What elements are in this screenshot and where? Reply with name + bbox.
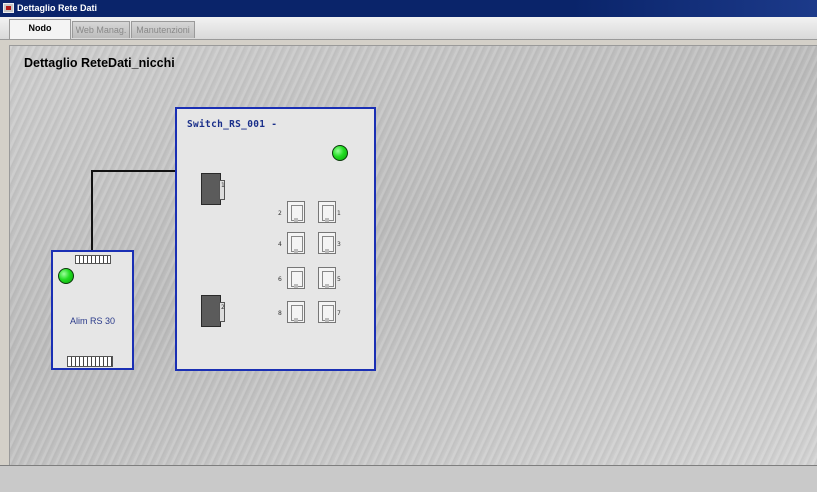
tab-bar: Nodo Web Manag. Manutenzioni xyxy=(0,17,817,40)
bottom-status-bar xyxy=(0,465,817,492)
app-icon xyxy=(3,3,14,13)
rj45-port-4[interactable] xyxy=(287,232,305,254)
rj45-port-7[interactable] xyxy=(318,301,336,323)
power-connector-bottom xyxy=(67,356,113,367)
tab-nodo[interactable]: Nodo xyxy=(9,19,71,39)
switch-status-led xyxy=(332,145,348,161)
rj45-port-8[interactable] xyxy=(287,301,305,323)
switch-device[interactable]: Switch_RS_001 - 1 2 2 1 4 3 6 5 8 7 xyxy=(175,107,376,371)
port-8-label: 8 xyxy=(278,310,282,317)
uplink-port-2[interactable] xyxy=(201,295,225,327)
rj45-port-3[interactable] xyxy=(318,232,336,254)
uplink-port-1[interactable] xyxy=(201,173,225,205)
port-2-label: 2 xyxy=(278,210,282,217)
tab-web-manag[interactable]: Web Manag. xyxy=(72,21,130,38)
uplink-port-2-label: 2 xyxy=(221,304,225,311)
switch-name: Switch_RS_001 - xyxy=(187,119,278,130)
port-6-label: 6 xyxy=(278,276,282,283)
rj45-port-6[interactable] xyxy=(287,267,305,289)
window-title-bar: Dettaglio Rete Dati xyxy=(0,0,817,17)
port-1-label: 1 xyxy=(337,210,341,217)
power-supply-device[interactable]: Alim RS 30 xyxy=(51,250,134,370)
port-3-label: 3 xyxy=(337,241,341,248)
uplink-port-1-label: 1 xyxy=(221,182,225,189)
port-4-label: 4 xyxy=(278,241,282,248)
rj45-port-5[interactable] xyxy=(318,267,336,289)
rj45-port-1[interactable] xyxy=(318,201,336,223)
network-detail-canvas: Dettaglio ReteDati_nicchi Alim RS 30 Swi… xyxy=(9,45,817,465)
power-connector-top xyxy=(75,255,111,264)
power-status-led xyxy=(58,268,74,284)
port-7-label: 7 xyxy=(337,310,341,317)
rj45-port-2[interactable] xyxy=(287,201,305,223)
tab-manutenzioni[interactable]: Manutenzioni xyxy=(131,21,195,38)
power-supply-label: Alim RS 30 xyxy=(69,316,115,326)
port-5-label: 5 xyxy=(337,276,341,283)
window-title: Dettaglio Rete Dati xyxy=(17,3,98,13)
